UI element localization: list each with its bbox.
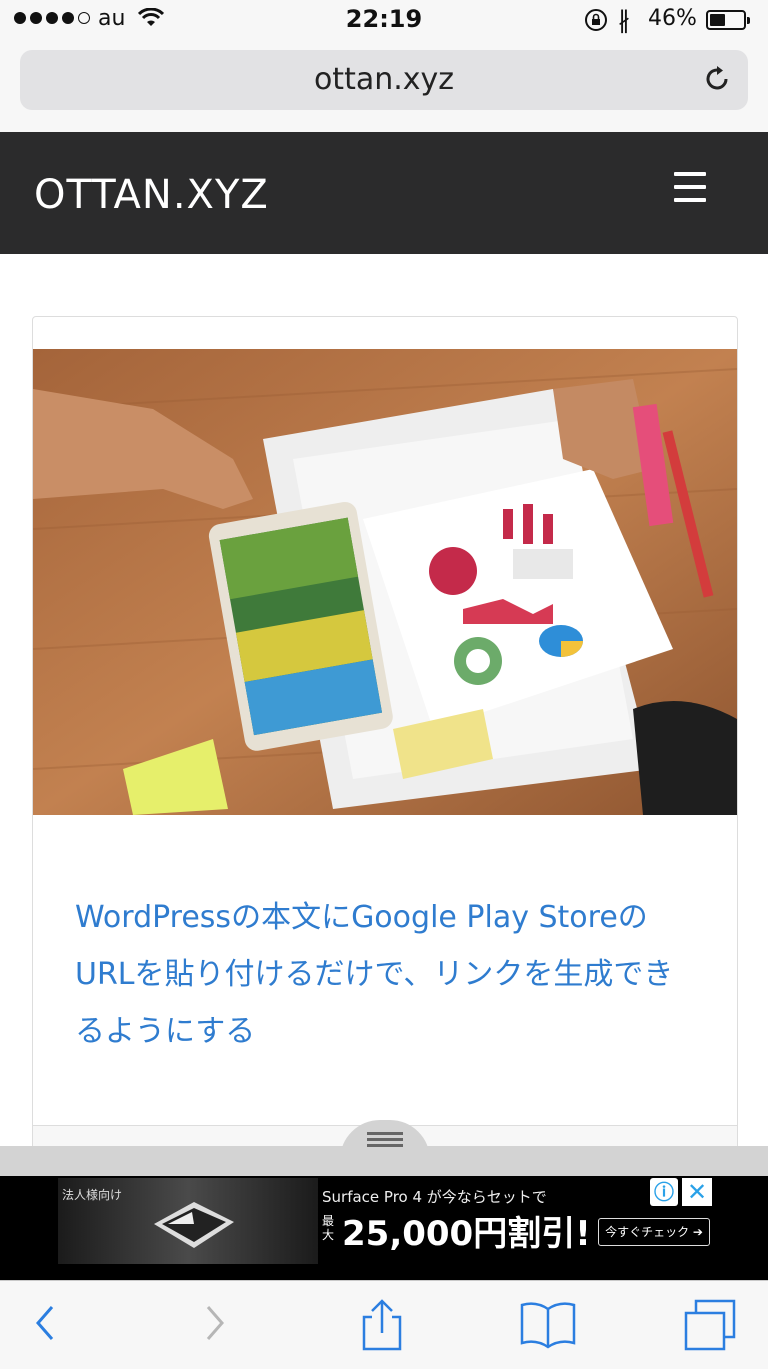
- browser-toolbar: [0, 1280, 768, 1369]
- ad-info-icon[interactable]: ⓘ: [650, 1178, 678, 1206]
- ad-windows-logo: [154, 1202, 234, 1248]
- bluetooth-icon: ∦: [618, 6, 630, 34]
- site-logo[interactable]: OTTAN.XYZ: [34, 172, 269, 218]
- battery-percent: 46%: [648, 6, 697, 31]
- ad-prefix: 最大: [322, 1214, 335, 1242]
- ad-close-icon[interactable]: ✕: [682, 1178, 712, 1206]
- url-text[interactable]: ottan.xyz: [20, 62, 748, 97]
- url-field[interactable]: ottan.xyz: [20, 50, 748, 110]
- orientation-lock-icon: [585, 9, 607, 31]
- hamburger-menu-icon[interactable]: [674, 172, 706, 211]
- ad-cta-button[interactable]: 今すぐチェック ➔: [598, 1218, 710, 1246]
- post-card[interactable]: WordPressの本文にGoogle Play StoreのURLを貼り付ける…: [32, 316, 738, 1178]
- ad-container: 法人様向け Surface Pro 4 が今ならセットで 最大 25,000円割…: [0, 1120, 768, 1280]
- ad-product-image[interactable]: 法人様向け: [58, 1178, 318, 1264]
- browser-address-bar: ottan.xyz: [0, 42, 768, 133]
- bookmarks-icon[interactable]: [518, 1299, 578, 1349]
- ad-headline: Surface Pro 4 が今ならセットで: [322, 1188, 547, 1206]
- back-chevron-icon[interactable]: [30, 1299, 60, 1347]
- ad-amount: 25,000円割引!: [342, 1214, 591, 1254]
- ad-tag: 法人様向け: [62, 1188, 123, 1202]
- reload-icon[interactable]: [702, 64, 732, 94]
- battery-icon: [706, 10, 750, 30]
- site-header: OTTAN.XYZ: [0, 132, 768, 256]
- status-bar: au 22:19 ∦ 46%: [0, 0, 768, 42]
- share-icon[interactable]: [358, 1299, 406, 1353]
- post-title-link[interactable]: WordPressの本文にGoogle Play StoreのURLを貼り付ける…: [75, 889, 695, 1060]
- ad-banner[interactable]: 法人様向け Surface Pro 4 が今ならセットで 最大 25,000円割…: [0, 1176, 768, 1280]
- post-thumbnail[interactable]: [33, 349, 737, 815]
- main-content: WordPressの本文にGoogle Play StoreのURLを貼り付ける…: [0, 254, 768, 1178]
- tabs-icon[interactable]: [682, 1299, 738, 1353]
- forward-chevron-icon[interactable]: [200, 1299, 230, 1347]
